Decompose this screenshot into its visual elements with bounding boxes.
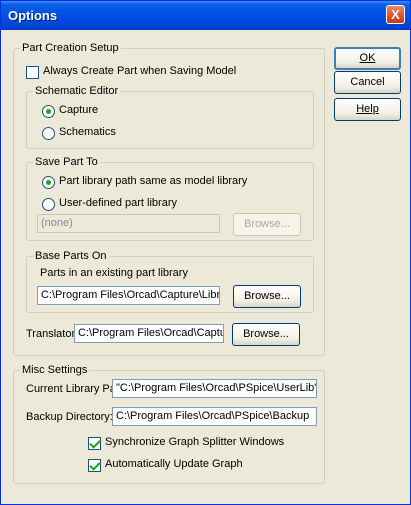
base-parts-on-legend: Base Parts On	[33, 250, 109, 262]
translator-path-input[interactable]: C:\Program Files\Orcad\Capture\s	[74, 324, 224, 343]
close-button[interactable]: X	[386, 5, 405, 24]
backup-directory-input[interactable]: C:\Program Files\Orcad\PSpice\Backup	[112, 407, 317, 426]
radio-schematics[interactable]	[42, 127, 55, 140]
current-library-path-input[interactable]: "C:\Program Files\Orcad\PSpice\UserLib";…	[112, 379, 317, 398]
save-part-to-group: Save Part To Part library path same as m…	[26, 156, 314, 241]
base-parts-on-group: Base Parts On Parts in an existing part …	[26, 250, 314, 313]
radio-user-defined-library-label: User-defined part library	[59, 197, 177, 209]
sync-splitter-checkbox[interactable]	[88, 437, 101, 450]
radio-schematics-label: Schematics	[59, 126, 116, 138]
user-library-path-input[interactable]: (none)	[37, 214, 220, 233]
base-library-path-input[interactable]: C:\Program Files\Orcad\Capture\Library\	[37, 286, 220, 305]
misc-settings-legend: Misc Settings	[20, 364, 90, 376]
user-library-browse-label: Browse...	[244, 218, 290, 230]
ok-button-label: OK	[359, 52, 376, 64]
window-title: Options	[8, 8, 58, 23]
backup-directory-label: Backup Directory:	[26, 411, 113, 423]
radio-part-library-same[interactable]	[42, 176, 55, 189]
radio-capture[interactable]	[42, 105, 55, 118]
part-creation-group: Part Creation Setup Always Create Part w…	[13, 42, 325, 356]
help-button-label: Help	[356, 103, 379, 115]
part-creation-legend: Part Creation Setup	[20, 42, 121, 54]
always-create-label: Always Create Part when Saving Model	[43, 65, 237, 77]
sync-splitter-label: Synchronize Graph Splitter Windows	[105, 436, 285, 448]
save-part-to-legend: Save Part To	[33, 156, 100, 168]
base-library-browse-label: Browse...	[244, 290, 290, 302]
help-button[interactable]: Help	[334, 98, 401, 121]
auto-update-checkbox[interactable]	[88, 459, 101, 472]
schematic-editor-legend: Schematic Editor	[33, 85, 121, 97]
close-icon: X	[391, 7, 400, 22]
auto-update-label: Automatically Update Graph	[105, 458, 243, 470]
cancel-button-label: Cancel	[350, 76, 385, 88]
radio-capture-label: Capture	[59, 104, 99, 116]
base-parts-on-label: Parts in an existing part library	[40, 267, 188, 279]
title-bar[interactable]: Options X	[1, 1, 410, 30]
always-create-checkbox[interactable]	[26, 66, 39, 79]
options-dialog: Options X OK Cancel Help Part Creation S…	[0, 0, 411, 505]
translator-label: Translator:	[26, 328, 79, 340]
misc-settings-group: Misc Settings Current Library Path: "C:\…	[13, 364, 325, 484]
cancel-button[interactable]: Cancel	[334, 71, 401, 94]
schematic-editor-group: Schematic Editor Capture Schematics	[26, 85, 314, 149]
radio-user-defined-library[interactable]	[42, 198, 55, 211]
ok-button[interactable]: OK	[334, 47, 401, 70]
translator-browse-label: Browse...	[243, 328, 289, 340]
user-library-browse-button[interactable]: Browse...	[233, 213, 301, 236]
base-library-browse-button[interactable]: Browse...	[233, 285, 301, 308]
translator-browse-button[interactable]: Browse...	[232, 323, 300, 346]
radio-part-library-same-label: Part library path same as model library	[59, 175, 248, 187]
